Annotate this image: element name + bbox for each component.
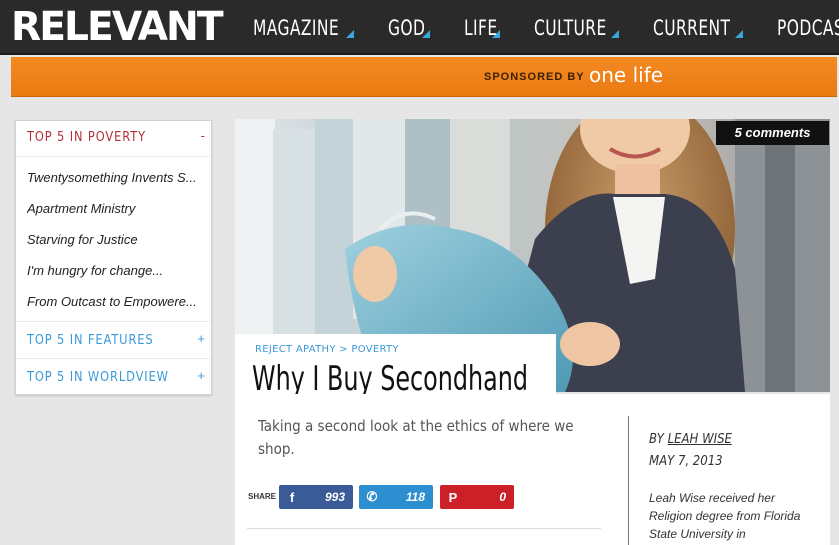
divider xyxy=(16,358,211,359)
main-nav: MAGAZINE GOD LIFE CULTURE CURRENT PODCAS… xyxy=(236,0,839,55)
article-title: Why I Buy Secondhand xyxy=(252,359,606,399)
comments-badge[interactable]: 5 comments xyxy=(716,121,829,145)
nav-god[interactable]: GOD xyxy=(371,0,447,55)
collapse-icon[interactable]: - xyxy=(201,128,205,143)
nav-label: PODCAST xyxy=(777,15,839,40)
publish-date: MAY 7, 2013 xyxy=(649,454,723,469)
sidebar-article-link[interactable]: Starving for Justice xyxy=(27,232,203,247)
nav-label: LIFE xyxy=(463,15,498,40)
breadcrumb: REJECT APATHY > POVERTY xyxy=(255,344,399,355)
sponsor-logo[interactable]: one life xyxy=(589,63,663,87)
pinterest-icon: P xyxy=(448,489,458,505)
section-header-worldview[interactable]: TOP 5 IN WORLDVIEW xyxy=(27,370,188,385)
breadcrumb-link[interactable]: POVERTY xyxy=(351,344,398,355)
twitter-share-button[interactable]: ✆ 118 xyxy=(359,485,433,509)
divider xyxy=(247,528,601,529)
author-bio: Leah Wise received her Religion degree f… xyxy=(649,491,801,541)
divider xyxy=(16,156,211,157)
section-title: TOP 5 IN POVERTY xyxy=(27,130,146,145)
nav-life[interactable]: LIFE xyxy=(447,0,518,55)
sponsor-label: SPONSORED BY xyxy=(484,71,585,83)
nav-podcast[interactable]: PODCAST xyxy=(760,0,839,55)
share-count: 0 xyxy=(499,490,506,504)
sidebar-article-link[interactable]: Twentysomething Invents S... xyxy=(27,170,203,185)
breadcrumb-separator: > xyxy=(339,344,348,355)
expand-icon[interactable]: + xyxy=(197,368,205,383)
sidebar-article-link[interactable]: From Outcast to Empowere... xyxy=(27,294,203,309)
nav-label: CULTURE xyxy=(534,15,608,40)
article-deck: Taking a second look at the ethics of wh… xyxy=(258,417,574,458)
sidebar-article-link[interactable]: I'm hungry for change... xyxy=(27,263,203,278)
breadcrumb-link[interactable]: REJECT APATHY xyxy=(255,344,336,355)
sponsor-brand: one life xyxy=(589,63,664,87)
share-label: SHARE xyxy=(248,492,277,501)
pinterest-share-button[interactable]: P 0 xyxy=(440,485,514,509)
facebook-icon: f xyxy=(289,489,295,505)
article-title-text: Why I Buy Secondhand xyxy=(252,359,529,399)
section-title: TOP 5 IN FEATURES xyxy=(27,333,154,348)
section-header-poverty[interactable]: TOP 5 IN POVERTY xyxy=(27,130,162,145)
section-header-features[interactable]: TOP 5 IN FEATURES xyxy=(27,333,171,348)
nav-label: MAGAZINE xyxy=(253,15,340,40)
byline: BY LEAH WISE xyxy=(649,432,732,447)
top5-sidebar: TOP 5 IN POVERTY - Twentysomething Inven… xyxy=(15,120,212,395)
column-divider xyxy=(628,416,629,545)
dropdown-caret-icon xyxy=(735,29,744,38)
nav-current[interactable]: CURRENT xyxy=(636,0,760,55)
author-link[interactable]: LEAH WISE xyxy=(668,432,732,447)
site-header: RELEVANT MAGAZINE GOD LIFE CULTURE CURRE… xyxy=(0,0,839,55)
article-content: Taking a second look at the ethics of wh… xyxy=(235,394,830,545)
nav-label: CURRENT xyxy=(653,15,731,40)
dropdown-caret-icon xyxy=(346,29,354,38)
nav-magazine[interactable]: MAGAZINE xyxy=(236,0,371,55)
byline-prefix: BY xyxy=(649,432,664,447)
nav-culture[interactable]: CULTURE xyxy=(517,0,636,55)
facebook-share-button[interactable]: f 993 xyxy=(279,485,353,509)
nav-label: GOD xyxy=(388,15,426,40)
share-count: 993 xyxy=(324,490,345,504)
share-count: 118 xyxy=(405,490,425,504)
twitter-icon: ✆ xyxy=(366,489,378,504)
dropdown-caret-icon xyxy=(611,29,620,38)
divider xyxy=(16,321,211,322)
sidebar-article-link[interactable]: Apartment Ministry xyxy=(27,201,203,216)
section-title: TOP 5 IN WORLDVIEW xyxy=(27,370,169,385)
site-logo[interactable]: RELEVANT xyxy=(11,4,224,50)
sponsor-banner[interactable]: SPONSORED BY one life xyxy=(11,57,837,97)
expand-icon[interactable]: + xyxy=(197,331,205,346)
